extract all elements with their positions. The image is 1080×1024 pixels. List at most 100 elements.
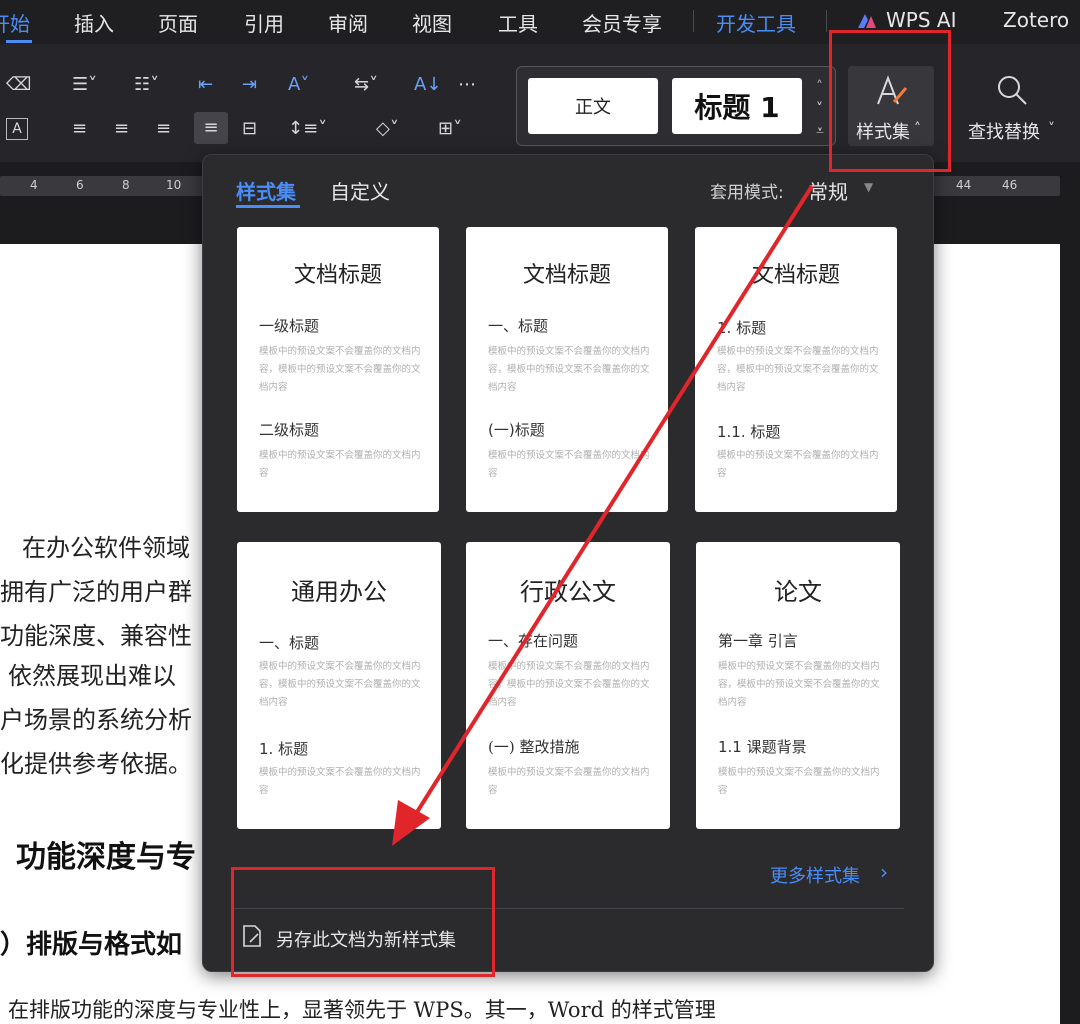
align-center-icon[interactable]: ≡ (114, 118, 129, 140)
card-title: 文档标题 (522, 263, 611, 288)
menu-divider (826, 10, 827, 32)
doc-margin (1060, 244, 1080, 1024)
doc-line: 功能深度、兼容性 (0, 622, 192, 650)
menu-zotero[interactable]: Zotero (1003, 8, 1069, 32)
chevron-down-icon[interactable]: ▼ (864, 180, 873, 194)
card-heading: 第一章 引言 (718, 632, 798, 650)
ruler-number: 10 (166, 178, 182, 192)
card-heading: (一) 整改措施 (488, 738, 580, 756)
card-body: 模板中的预设文案不会覆盖你的文档内容 (488, 450, 650, 479)
style-heading-1[interactable]: 标题 1 (672, 78, 802, 134)
numbered-list-icon[interactable]: ☷˅ (134, 74, 159, 96)
menu-review[interactable]: 审阅 (328, 8, 368, 37)
gallery-down-icon[interactable]: ˅ (816, 98, 823, 120)
menu-start-underline (6, 40, 32, 43)
doc-line: 在排版功能的深度与专业性上，显著领先于 WPS。其一，Word 的样式管理 (8, 998, 716, 1022)
doc-subheading: ）排版与格式如 (0, 930, 183, 960)
ruler-number: 46 (1002, 178, 1018, 192)
wps-window: 开始 插入 页面 引用 审阅 视图 工具 会员专享 开发工具 WPS AI Zo… (0, 0, 1080, 1024)
increase-indent-icon[interactable]: ⇥ (242, 74, 257, 96)
menu-start[interactable]: 开始 (0, 8, 30, 37)
card-title: 行政公文 (520, 578, 616, 606)
card-heading: 1.1 课题背景 (718, 738, 807, 756)
chevron-right-icon[interactable]: › (880, 860, 888, 884)
card-body: 模板中的预设文案不会覆盖你的文档内容，模板中的预设文案不会覆盖你的文档内容 (488, 346, 650, 393)
distributed-icon[interactable]: ⊟ (242, 118, 257, 140)
card-body: 模板中的预设文案不会覆盖你的文档内容，模板中的预设文案不会覆盖你的文档内容 (259, 661, 421, 708)
doc-line: 户场景的系统分析 (0, 706, 192, 734)
find-caret-icon: ˅ (1048, 121, 1055, 137)
justify-icon[interactable]: ≡ (194, 112, 228, 144)
menu-view[interactable]: 视图 (412, 8, 452, 37)
styleset-card[interactable]: 论文 第一章 引言 模板中的预设文案不会覆盖你的文档内容，模板中的预设文案不会覆… (696, 542, 900, 829)
doc-line: 化提供参考依据。 (0, 750, 192, 778)
menu-wps-ai[interactable]: WPS AI (886, 8, 956, 32)
tab-styleset[interactable]: 样式集 (236, 176, 296, 205)
card-heading: 1. 标题 (259, 740, 309, 758)
card-body: 模板中的预设文案不会覆盖你的文档内容，模板中的预设文案不会覆盖你的文档内容 (259, 346, 421, 393)
doc-heading: 功能深度与专 (16, 840, 196, 875)
card-title: 通用办公 (291, 578, 387, 606)
card-title: 文档标题 (751, 263, 840, 288)
styleset-card[interactable]: 文档标题 一级标题 模板中的预设文案不会覆盖你的文档内容，模板中的预设文案不会覆… (237, 227, 439, 512)
card-heading: 一、存在问题 (488, 632, 579, 650)
card-heading: 一、标题 (259, 634, 320, 652)
borders-icon[interactable]: ⊞˅ (438, 118, 462, 140)
columns-icon[interactable]: ⋯ (458, 74, 476, 96)
styleset-card[interactable]: 行政公文 一、存在问题 模板中的预设文案不会覆盖你的文档内容，模板中的预设文案不… (466, 542, 670, 829)
card-body: 模板中的预设文案不会覆盖你的文档内容，模板中的预设文案不会覆盖你的文档内容 (718, 661, 880, 708)
menu-member[interactable]: 会员专享 (582, 8, 662, 37)
search-icon (998, 76, 1027, 105)
card-heading: 二级标题 (259, 421, 320, 439)
card-heading: (一)标题 (488, 421, 545, 439)
styleset-card[interactable]: 文档标题 一、标题 模板中的预设文案不会覆盖你的文档内容，模板中的预设文案不会覆… (466, 227, 668, 512)
annotation-box-styleset (829, 30, 951, 172)
menu-references[interactable]: 引用 (244, 8, 284, 37)
doc-line: 在办公软件领域 (22, 534, 190, 562)
card-heading: 一级标题 (259, 317, 320, 335)
card-title: 文档标题 (293, 263, 382, 288)
card-heading: 1. 标题 (717, 319, 767, 337)
style-normal[interactable]: 正文 (528, 78, 658, 134)
card-heading: 一、标题 (488, 317, 549, 335)
menu-divider (693, 10, 694, 32)
card-body: 模板中的预设文案不会覆盖你的文档内容 (259, 767, 421, 796)
tab-custom[interactable]: 自定义 (330, 176, 390, 205)
card-body: 模板中的预设文案不会覆盖你的文档内容，模板中的预设文案不会覆盖你的文档内容 (488, 661, 650, 708)
bullet-list-icon[interactable]: ☰˅ (72, 74, 97, 96)
eraser-icon[interactable]: ⌫ (6, 74, 31, 96)
menu-page[interactable]: 页面 (158, 8, 198, 37)
sort-icon[interactable]: A↓ (414, 74, 441, 96)
gallery-more-icon[interactable]: ⩡ (816, 120, 824, 142)
apply-mode-select[interactable]: 常规 (808, 176, 848, 205)
styleset-card[interactable]: 文档标题 1. 标题 模板中的预设文案不会覆盖你的文档内容，模板中的预设文案不会… (695, 227, 897, 512)
card-body: 模板中的预设文案不会覆盖你的文档内容 (259, 450, 421, 479)
doc-line: 拥有广泛的用户群 (0, 578, 192, 606)
card-heading: 1.1. 标题 (717, 423, 781, 441)
menu-developer[interactable]: 开发工具 (716, 8, 796, 37)
ruler-number: 4 (30, 178, 38, 192)
find-replace-label[interactable]: 查找替换 (968, 118, 1040, 144)
styleset-card[interactable]: 通用办公 一、标题 模板中的预设文案不会覆盖你的文档内容，模板中的预设文案不会覆… (237, 542, 441, 829)
align-right-icon[interactable]: ≡ (156, 118, 171, 140)
ruler-number: 8 (122, 178, 130, 192)
card-body: 模板中的预设文案不会覆盖你的文档内容 (717, 450, 879, 479)
wps-ai-logo-icon (858, 14, 876, 28)
text-direction-icon[interactable]: A˅ (288, 74, 309, 96)
menu-tools[interactable]: 工具 (498, 8, 538, 37)
tab-underline (236, 205, 300, 208)
sort-direction-icon[interactable]: ⇆˅ (354, 74, 378, 96)
align-left-icon[interactable]: ≡ (72, 118, 87, 140)
card-title: 论文 (774, 578, 822, 606)
card-body: 模板中的预设文案不会覆盖你的文档内容 (718, 767, 880, 796)
menu-insert[interactable]: 插入 (74, 8, 114, 37)
char-border-icon[interactable]: A (6, 118, 28, 140)
ruler-number: 44 (956, 178, 972, 192)
more-stylesets-link[interactable]: 更多样式集 (770, 862, 860, 888)
shading-icon[interactable]: ◇˅ (376, 118, 399, 140)
line-spacing-icon[interactable]: ↕≡˅ (288, 118, 327, 140)
decrease-indent-icon[interactable]: ⇤ (198, 74, 213, 96)
doc-line: 依然展现出难以 (8, 662, 176, 690)
card-body: 模板中的预设文案不会覆盖你的文档内容，模板中的预设文案不会覆盖你的文档内容 (717, 346, 879, 393)
gallery-up-icon[interactable]: ˄ (816, 76, 823, 98)
